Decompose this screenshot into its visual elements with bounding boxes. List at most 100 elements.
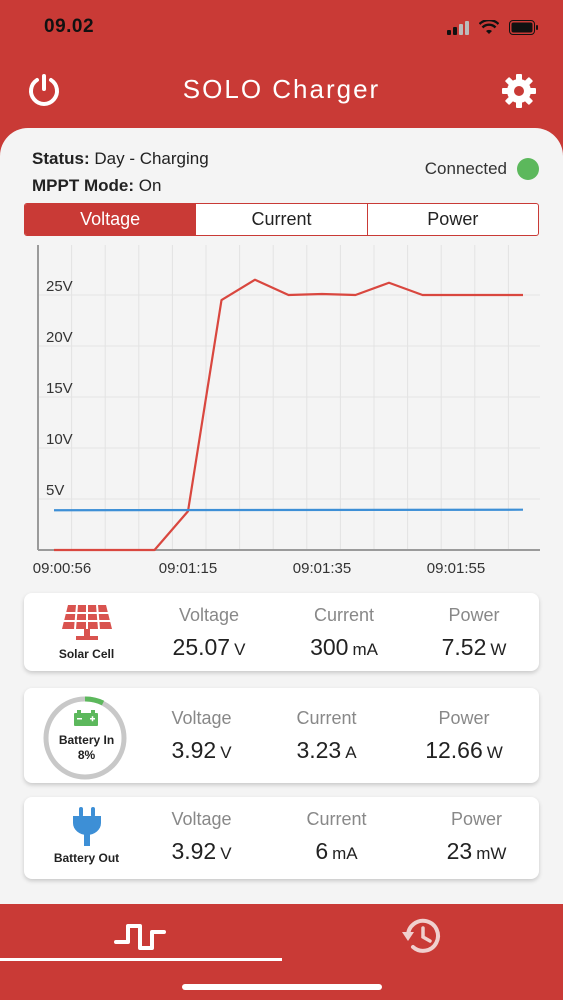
battery-in-power-value: 12.66 xyxy=(425,737,483,763)
battery-out-power-unit: mW xyxy=(476,844,507,863)
battery-in-power-label: Power xyxy=(438,708,490,728)
battery-in-voltage-value-row: 3.92 V xyxy=(154,737,249,764)
solar-power-unit: W xyxy=(490,640,507,659)
y-tick-label: 10V xyxy=(46,431,73,448)
plug-icon xyxy=(73,807,101,846)
battery-in-current-unit: A xyxy=(345,743,357,762)
battery-out-voltage-label: Voltage xyxy=(171,809,232,829)
main-panel: Status: Day - Charging MPPT Mode: On Con… xyxy=(0,128,563,904)
solar-cell-card: Solar Cell Voltage 25.07 V Current 300 mA … xyxy=(24,593,539,671)
mppt-value: On xyxy=(138,176,162,195)
status-label: Status: xyxy=(32,149,90,168)
bottom-tab-bar xyxy=(0,904,563,1000)
battery-out-voltage: Voltage 3.92 V xyxy=(154,809,249,865)
app-title: SOLO Charger xyxy=(182,74,381,104)
solar-panel-icon xyxy=(62,604,112,640)
battery-in-current: Current 3.23 A xyxy=(279,708,374,764)
solar-voltage-value: 25.07 xyxy=(172,634,231,660)
battery-in-voltage-label: Voltage xyxy=(171,708,232,728)
battery-icon xyxy=(74,710,98,726)
status-line: Status: Day - Charging xyxy=(32,145,209,172)
battery-out-power: Power 23 mW xyxy=(424,809,529,865)
gear-icon xyxy=(502,74,536,108)
battery-in-power-value-row: 12.66 W xyxy=(409,737,519,764)
x-tick-label: 09:01:55 xyxy=(427,560,485,577)
battery-out-icon-area: Battery Out xyxy=(24,797,149,879)
battery-out-power-label: Power xyxy=(450,809,503,829)
battery-out-current-label: Current xyxy=(306,809,367,829)
battery-in-voltage-unit: V xyxy=(220,743,232,762)
app-header: SOLO Charger xyxy=(0,58,563,128)
battery-in-current-value: 3.23 xyxy=(296,737,342,763)
solar-voltage-value-row: 25.07 V xyxy=(164,634,254,661)
battery-out-current-value-row: 6 mA xyxy=(289,838,384,865)
battery-in-current-value-row: 3.23 A xyxy=(279,737,374,764)
series-line-1 xyxy=(53,508,524,512)
status-time: 09.02 xyxy=(44,16,95,37)
solar-current-value: 300 xyxy=(310,634,349,660)
battery-out-card: Battery Out Voltage 3.92 V Current 6 mA Po… xyxy=(24,797,539,879)
battery-in-label: Battery In xyxy=(58,733,115,747)
solar-current-label: Current xyxy=(313,605,375,625)
x-tick-label: 09:01:15 xyxy=(159,560,217,577)
solar-current: Current 300 mA xyxy=(294,605,394,661)
battery-out-voltage-value: 3.92 xyxy=(171,838,217,864)
battery-in-power: Power 12.66 W xyxy=(409,708,519,764)
wifi-icon xyxy=(479,20,499,34)
solar-power-value: 7.52 xyxy=(441,634,487,660)
battery-in-voltage: Voltage 3.92 V xyxy=(154,708,249,764)
battery-out-voltage-unit: V xyxy=(220,844,232,863)
mppt-line: MPPT Mode: On xyxy=(32,172,209,199)
tab-history[interactable] xyxy=(400,914,444,958)
home-indicator xyxy=(182,984,382,990)
solar-voltage-label: Voltage xyxy=(178,605,240,625)
solar-power: Power 7.52 W xyxy=(424,605,524,661)
tab-voltage[interactable]: Voltage xyxy=(25,204,196,235)
chart-mode-tabs: Voltage Current Power xyxy=(24,203,539,236)
battery-in-current-label: Current xyxy=(296,708,357,728)
settings-button[interactable] xyxy=(500,72,538,110)
battery-in-card: Battery In 8% Voltage 3.92 V Current 3.23… xyxy=(24,688,539,783)
battery-in-voltage-value: 3.92 xyxy=(171,737,217,763)
waveform-icon xyxy=(114,924,166,950)
battery-out-current-unit: mA xyxy=(332,844,358,863)
solar-current-value-row: 300 mA xyxy=(294,634,394,661)
solar-cell-icon-area: Solar Cell xyxy=(24,593,149,671)
solar-voltage: Voltage 25.07 V xyxy=(164,605,254,661)
status-bar: 09.02 xyxy=(0,0,563,58)
mppt-label: MPPT Mode: xyxy=(32,176,134,195)
tab-power[interactable]: Power xyxy=(366,204,538,235)
battery-in-icon-area: Battery In 8% xyxy=(24,688,149,783)
solar-cell-label: Solar Cell xyxy=(58,647,115,661)
y-tick-label: 5V xyxy=(46,482,64,499)
voltage-chart: 5V 10V 15V 20V 25V 09:00:56 09:01:15 09:01:35 09… xyxy=(33,245,540,577)
connection-label: Connected xyxy=(424,159,507,178)
connection-indicator xyxy=(517,158,539,180)
battery-out-current-value: 6 xyxy=(315,838,329,864)
y-tick-label: 15V xyxy=(46,380,73,397)
tab-live-data[interactable] xyxy=(112,918,168,954)
battery-in-power-unit: W xyxy=(486,743,503,762)
battery-status-icon xyxy=(509,20,538,35)
status-block: Status: Day - Charging MPPT Mode: On xyxy=(32,145,209,199)
x-tick-label: 09:01:35 xyxy=(293,560,351,577)
battery-out-current: Current 6 mA xyxy=(289,809,384,865)
signal-icon xyxy=(447,20,469,35)
battery-out-power-value: 23 xyxy=(446,838,473,864)
solar-power-label: Power xyxy=(448,605,500,625)
solar-power-value-row: 7.52 W xyxy=(424,634,524,661)
battery-out-voltage-value-row: 3.92 V xyxy=(154,838,249,865)
tab-current[interactable]: Current xyxy=(195,204,366,235)
status-icons xyxy=(447,20,539,35)
status-value: Day - Charging xyxy=(94,149,209,168)
battery-in-percent: 8% xyxy=(77,748,96,762)
solar-voltage-unit: V xyxy=(234,640,246,659)
y-tick-label: 20V xyxy=(46,329,73,346)
solar-current-unit: mA xyxy=(352,640,378,659)
x-tick-label: 09:00:56 xyxy=(33,560,91,577)
active-tab-indicator xyxy=(0,958,282,961)
history-icon xyxy=(402,918,440,953)
connection-status: Connected xyxy=(425,158,539,180)
y-tick-label: 25V xyxy=(46,278,73,295)
battery-out-label: Battery Out xyxy=(53,851,120,865)
